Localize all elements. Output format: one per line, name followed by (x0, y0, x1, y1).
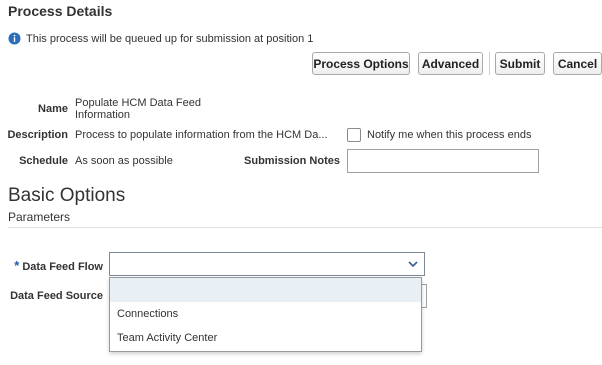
dropdown-option-team-activity-center[interactable]: Team Activity Center (110, 326, 421, 350)
parameters-label: Parameters (8, 210, 71, 224)
dropdown-option-blank[interactable] (110, 278, 421, 302)
dropdown-option-connections[interactable]: Connections (110, 302, 421, 326)
name-value-line2: Information (75, 109, 131, 121)
data-feed-flow-dropdown: Connections Team Activity Center (109, 277, 422, 352)
basic-options-heading: Basic Options (8, 185, 126, 206)
notify-checkbox[interactable] (347, 128, 361, 142)
process-options-button[interactable]: Process Options (312, 52, 410, 75)
page-title: Process Details (8, 3, 113, 19)
description-value: Process to populate information from the… (75, 129, 328, 141)
data-feed-flow-label-group: * Data Feed Flow (0, 258, 103, 273)
toolbar-separator (489, 52, 490, 75)
required-marker: * (14, 258, 20, 273)
info-message: This process will be queued up for submi… (8, 32, 313, 45)
data-feed-flow-label: Data Feed Flow (22, 261, 103, 273)
advanced-button[interactable]: Advanced (418, 52, 483, 75)
name-label: Name (38, 103, 68, 115)
submit-button[interactable]: Submit (495, 52, 545, 75)
data-feed-flow-select[interactable] (109, 252, 425, 276)
info-message-text: This process will be queued up for submi… (26, 32, 314, 45)
cancel-button[interactable]: Cancel (553, 52, 602, 75)
submission-notes-label: Submission Notes (244, 155, 340, 167)
schedule-label: Schedule (19, 155, 68, 167)
info-icon (8, 32, 21, 45)
chevron-down-icon[interactable] (408, 260, 418, 268)
schedule-value: As soon as possible (75, 155, 173, 167)
notify-label: Notify me when this process ends (367, 129, 532, 141)
name-value-line1: Populate HCM Data Feed (75, 97, 201, 109)
data-feed-source-label: Data Feed Source (10, 290, 103, 302)
section-divider (8, 227, 602, 228)
submission-notes-input[interactable] (347, 149, 539, 173)
description-label: Description (7, 129, 68, 141)
